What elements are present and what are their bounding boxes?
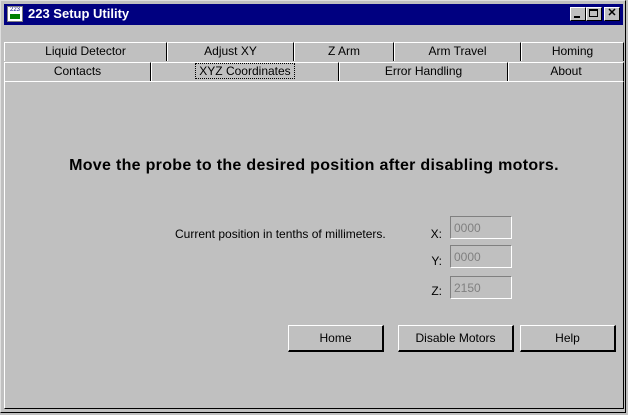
tab-contacts[interactable]: Contacts [4, 62, 151, 81]
tab-error-handling[interactable]: Error Handling [339, 62, 508, 81]
tab-row-bottom: Contacts XYZ Coordinates Error Handling … [4, 62, 624, 81]
title-bar[interactable]: 223 223 Setup Utility ✕ [4, 4, 623, 25]
minimize-button[interactable] [570, 7, 586, 21]
y-coordinate-field[interactable] [450, 245, 512, 268]
y-label: Y: [431, 254, 442, 268]
z-coordinate-field[interactable] [450, 276, 512, 299]
tab-adjust-xy[interactable]: Adjust XY [167, 42, 294, 61]
tab-label: Z Arm [328, 44, 360, 58]
tab-arm-travel[interactable]: Arm Travel [394, 42, 521, 61]
tab-label: Error Handling [384, 64, 463, 78]
setup-utility-window: 223 223 Setup Utility ✕ Liquid Detector … [0, 0, 626, 413]
tab-label: Homing [551, 44, 594, 58]
tab-row-top: Liquid Detector Adjust XY Z Arm Arm Trav… [4, 42, 624, 61]
maximize-button[interactable] [586, 7, 602, 21]
window-title: 223 Setup Utility [28, 6, 130, 21]
tab-homing[interactable]: Homing [521, 42, 624, 61]
xyz-coordinates-panel: Move the probe to the desired position a… [4, 81, 624, 409]
tab-about[interactable]: About [508, 62, 624, 81]
z-label: Z: [431, 284, 442, 298]
x-label: X: [430, 227, 442, 241]
tab-liquid-detector[interactable]: Liquid Detector [4, 42, 167, 61]
tab-xyz-coordinates[interactable]: XYZ Coordinates [151, 62, 339, 81]
tab-z-arm[interactable]: Z Arm [294, 42, 394, 61]
tab-label: About [550, 64, 582, 78]
x-coordinate-field[interactable] [450, 216, 512, 239]
tab-label: XYZ Coordinates [195, 63, 295, 79]
tab-label: Liquid Detector [45, 44, 126, 58]
help-button[interactable]: Help [520, 325, 616, 352]
app-icon-bar [10, 14, 20, 19]
close-icon: ✕ [607, 7, 617, 19]
home-button[interactable]: Home [288, 325, 384, 352]
tab-label: Adjust XY [204, 44, 257, 58]
tab-label: Contacts [53, 64, 102, 78]
tab-label: Arm Travel [428, 44, 487, 58]
close-button[interactable]: ✕ [604, 7, 620, 21]
instruction-text: Move the probe to the desired position a… [69, 157, 559, 174]
position-label: Current position in tenths of millimeter… [175, 227, 386, 241]
minimize-icon [574, 16, 580, 18]
app-icon[interactable]: 223 [7, 6, 23, 22]
maximize-icon [589, 9, 598, 17]
app-icon-text: 223 [9, 7, 20, 13]
disable-motors-button[interactable]: Disable Motors [398, 325, 514, 352]
